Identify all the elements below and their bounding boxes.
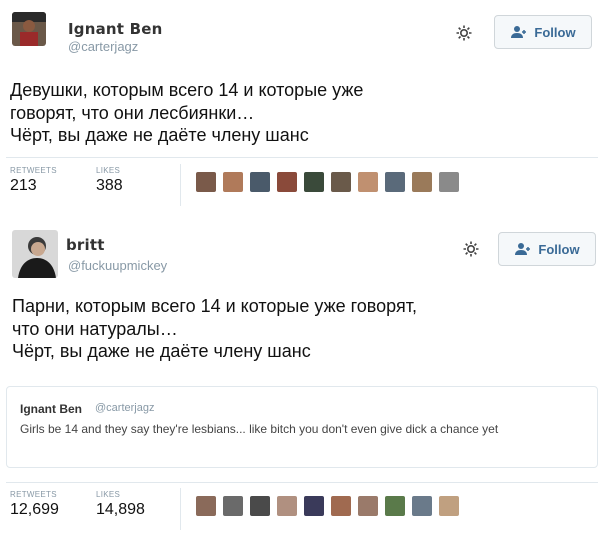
follow-button[interactable]: Follow: [498, 232, 596, 266]
avatar[interactable]: [12, 12, 46, 46]
stat-divider: [180, 164, 181, 206]
liker-avatar[interactable]: [385, 172, 405, 192]
add-user-icon: [515, 243, 531, 255]
likes-count: 14,898: [96, 501, 145, 518]
retweets-label: RETWEETS: [10, 490, 57, 499]
likes-stat[interactable]: LIKES 388: [96, 166, 123, 195]
retweets-stat[interactable]: RETWEETS 12,699: [10, 490, 59, 519]
liker-avatar[interactable]: [250, 172, 270, 192]
liker-avatar[interactable]: [439, 172, 459, 192]
avatar[interactable]: [12, 230, 58, 278]
quoted-text: Girls be 14 and they say they're lesbian…: [20, 422, 499, 436]
liker-avatar[interactable]: [196, 172, 216, 192]
liker-avatar[interactable]: [250, 496, 270, 516]
divider: [6, 482, 598, 483]
author-name[interactable]: Ignant Ben: [68, 20, 162, 38]
tweet-text: Девушки, которым всего 14 и которые уже …: [10, 80, 364, 145]
liker-avatar[interactable]: [412, 496, 432, 516]
quoted-author-handle: @carterjagz: [95, 402, 155, 414]
likes-stat[interactable]: LIKES 14,898: [96, 490, 145, 519]
retweets-label: RETWEETS: [10, 166, 57, 175]
retweets-stat[interactable]: RETWEETS 213: [10, 166, 57, 195]
likes-label: LIKES: [96, 490, 121, 499]
author-handle[interactable]: @carterjagz: [68, 39, 138, 54]
liker-avatar[interactable]: [385, 496, 405, 516]
liker-avatar[interactable]: [358, 172, 378, 192]
liker-avatar[interactable]: [412, 172, 432, 192]
liker-avatar[interactable]: [331, 496, 351, 516]
author-handle[interactable]: @fuckuupmickey: [68, 258, 167, 273]
liker-avatar[interactable]: [196, 496, 216, 516]
liker-avatar[interactable]: [223, 496, 243, 516]
stat-divider: [180, 488, 181, 530]
retweets-count: 12,699: [10, 501, 59, 518]
likes-label: LIKES: [96, 166, 121, 175]
liker-avatars: [196, 172, 459, 192]
author-name[interactable]: britt: [66, 236, 105, 254]
tweet-card: britt @fuckuupmickey Follow Парни, котор…: [0, 222, 604, 535]
gear-icon[interactable]: [462, 240, 480, 258]
gear-icon[interactable]: [455, 24, 473, 42]
follow-label: Follow: [538, 241, 580, 257]
liker-avatars: [196, 496, 459, 516]
liker-avatar[interactable]: [439, 496, 459, 516]
follow-label: Follow: [534, 24, 576, 40]
retweets-count: 213: [10, 177, 37, 194]
liker-avatar[interactable]: [304, 496, 324, 516]
liker-avatar[interactable]: [304, 172, 324, 192]
quoted-author-name: Ignant Ben: [20, 402, 82, 416]
tweet-card: Ignant Ben @carterjagz Follow Девушки, к…: [0, 0, 604, 215]
liker-avatar[interactable]: [277, 172, 297, 192]
quoted-tweet[interactable]: Ignant Ben @carterjagz Girls be 14 and t…: [6, 386, 598, 468]
likes-count: 388: [96, 177, 123, 194]
liker-avatar[interactable]: [358, 496, 378, 516]
tweet-text: Парни, которым всего 14 и которые уже го…: [12, 296, 417, 361]
follow-button[interactable]: Follow: [494, 15, 592, 49]
liker-avatar[interactable]: [223, 172, 243, 192]
add-user-icon: [511, 26, 527, 38]
liker-avatar[interactable]: [277, 496, 297, 516]
divider: [6, 157, 598, 158]
liker-avatar[interactable]: [331, 172, 351, 192]
